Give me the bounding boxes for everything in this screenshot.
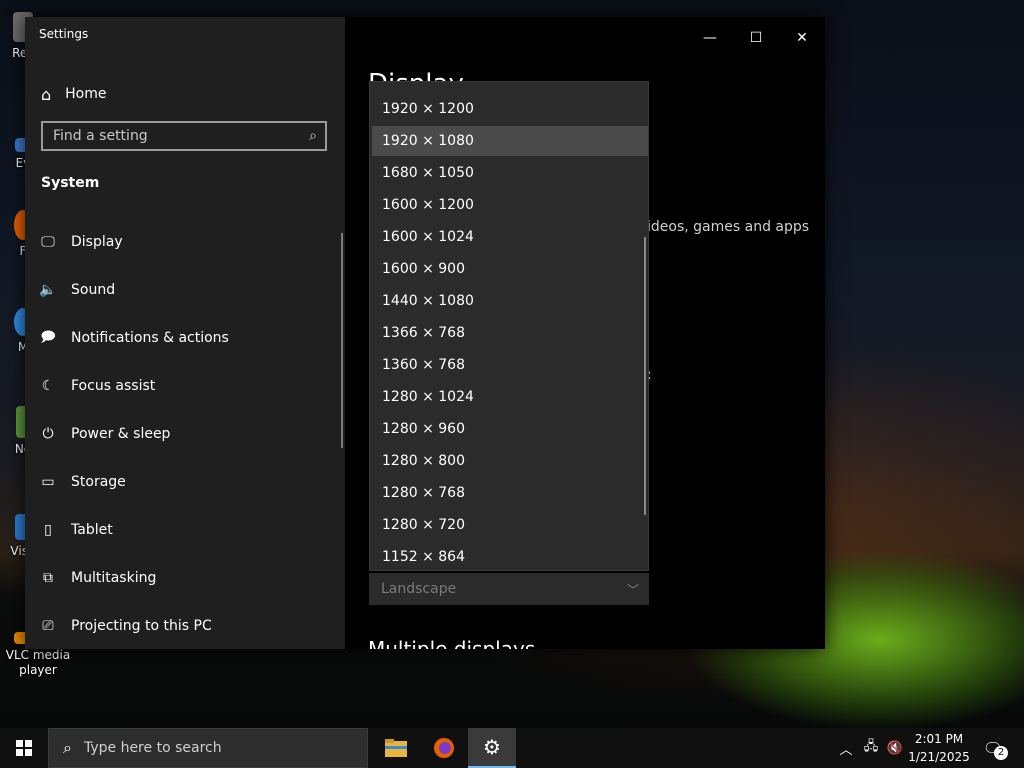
resolution-option[interactable]: 1680 × 1050	[372, 158, 648, 188]
orientation-value: Landscape	[381, 581, 457, 597]
find-setting-search-box[interactable]: Find a setting ⌕	[41, 121, 327, 151]
nav-item-display[interactable]: 🖵 Display	[39, 227, 122, 257]
taskbar-settings[interactable]: ⚙	[468, 728, 516, 768]
speaker-icon: 🔈	[39, 282, 57, 298]
nav-section-title: System	[41, 175, 100, 191]
resolution-option[interactable]: 1280 × 720	[372, 510, 648, 540]
taskbar-clock[interactable]: 2:01 PM 1/21/2025	[906, 730, 972, 766]
dropdown-scrollbar[interactable]	[644, 237, 646, 515]
nav-item-notifications[interactable]: 🗩 Notifications & actions	[39, 323, 229, 353]
window-title: Settings	[39, 27, 89, 41]
nav-item-storage[interactable]: ▭ Storage	[39, 467, 125, 497]
notification-icon: 🗩	[40, 329, 56, 345]
firefox-icon	[434, 738, 454, 758]
search-icon: ⌕	[63, 738, 72, 757]
nav-item-projecting[interactable]: ⎚ Projecting to this PC	[39, 611, 211, 641]
multitasking-icon: ⧉	[43, 570, 53, 586]
clock-date: 1/21/2025	[908, 750, 970, 764]
gear-icon: ⚙	[483, 735, 501, 759]
resolution-option[interactable]: 1280 × 960	[372, 414, 648, 444]
taskbar-search-input[interactable]: Type here to search	[84, 740, 222, 756]
folder-icon	[385, 739, 407, 757]
resolution-option[interactable]: 1280 × 800	[372, 446, 648, 476]
storage-icon: ▭	[41, 474, 55, 490]
resolution-option[interactable]: 1600 × 1200	[372, 190, 648, 220]
chevron-down-icon: ﹀	[626, 582, 639, 597]
taskbar-firefox[interactable]	[420, 728, 468, 768]
nav-home-label: Home	[65, 86, 107, 102]
resolution-option[interactable]: 1280 × 768	[372, 478, 648, 508]
nav-item-sound[interactable]: 🔈 Sound	[39, 275, 115, 305]
resolution-option[interactable]: 1920 × 1200	[372, 94, 648, 124]
volume-muted-icon: 🔇	[886, 740, 904, 756]
search-icon: ⌕	[309, 128, 317, 144]
resolution-option[interactable]: 1360 × 768	[372, 350, 648, 380]
multiple-displays-heading: Multiple displays	[368, 637, 536, 649]
chevron-up-icon: ︿	[839, 742, 853, 758]
moon-icon: ☾	[41, 378, 55, 394]
minimize-icon: —	[703, 30, 717, 46]
maximize-icon: ☐	[749, 30, 763, 46]
network-icon: 🖧	[863, 739, 879, 754]
action-center-button[interactable]: 🗨 2	[978, 728, 1008, 768]
taskbar-search-box[interactable]: ⌕ Type here to search	[48, 728, 368, 768]
resolution-option[interactable]: 1280 × 1024	[372, 382, 648, 412]
taskbar: ⌕ Type here to search ⚙ ︿ 🖧 🔇 2:01 PM 1/…	[0, 728, 1024, 768]
tablet-icon: ▯	[44, 522, 52, 538]
network-tray-button[interactable]: 🖧	[860, 728, 882, 768]
resolution-option[interactable]: 1600 × 900	[372, 254, 648, 284]
resolution-option[interactable]: 1366 × 768	[372, 318, 648, 348]
projecting-icon: ⎚	[42, 618, 54, 634]
settings-nav-pane: Settings ⌂ Home Find a setting ⌕ System …	[25, 17, 345, 649]
notification-count-badge: 2	[994, 746, 1008, 760]
close-button[interactable]: ✕	[779, 25, 825, 51]
hdr-description-fragment: ideos, games and apps	[647, 219, 810, 235]
nav-item-tablet[interactable]: ▯ Tablet	[39, 515, 113, 545]
resolution-option[interactable]: 1440 × 1080	[372, 286, 648, 316]
minimize-button[interactable]: —	[687, 25, 733, 51]
nav-item-focus-assist[interactable]: ☾ Focus assist	[39, 371, 156, 401]
start-button[interactable]	[0, 728, 48, 768]
nav-scrollbar[interactable]	[341, 233, 343, 448]
nav-home[interactable]: ⌂ Home	[41, 81, 107, 107]
taskbar-file-explorer[interactable]	[372, 728, 420, 768]
close-icon: ✕	[796, 30, 808, 46]
nav-item-multitasking[interactable]: ⧉ Multitasking	[39, 563, 156, 593]
windows-logo-icon	[16, 740, 32, 756]
resolution-option[interactable]: 1152 × 864	[372, 542, 648, 572]
find-setting-input[interactable]: Find a setting	[53, 128, 148, 144]
volume-tray-button[interactable]: 🔇	[884, 728, 906, 768]
maximize-button[interactable]: ☐	[733, 25, 779, 51]
home-icon: ⌂	[41, 84, 52, 104]
resolution-option-selected[interactable]: 1920 × 1080	[372, 126, 648, 156]
resolution-option[interactable]: 1600 × 1024	[372, 222, 648, 252]
show-hidden-icons-button[interactable]: ︿	[836, 728, 856, 768]
nav-item-power-sleep[interactable]: ⏻ Power & sleep	[39, 419, 170, 449]
resolution-dropdown-list[interactable]: 1920 × 1200 1920 × 1080 1680 × 1050 1600…	[369, 81, 649, 571]
display-icon: 🖵	[41, 234, 55, 250]
power-icon: ⏻	[42, 426, 54, 442]
clock-time: 2:01 PM	[914, 732, 964, 746]
orientation-dropdown[interactable]: Landscape ﹀	[369, 573, 649, 605]
